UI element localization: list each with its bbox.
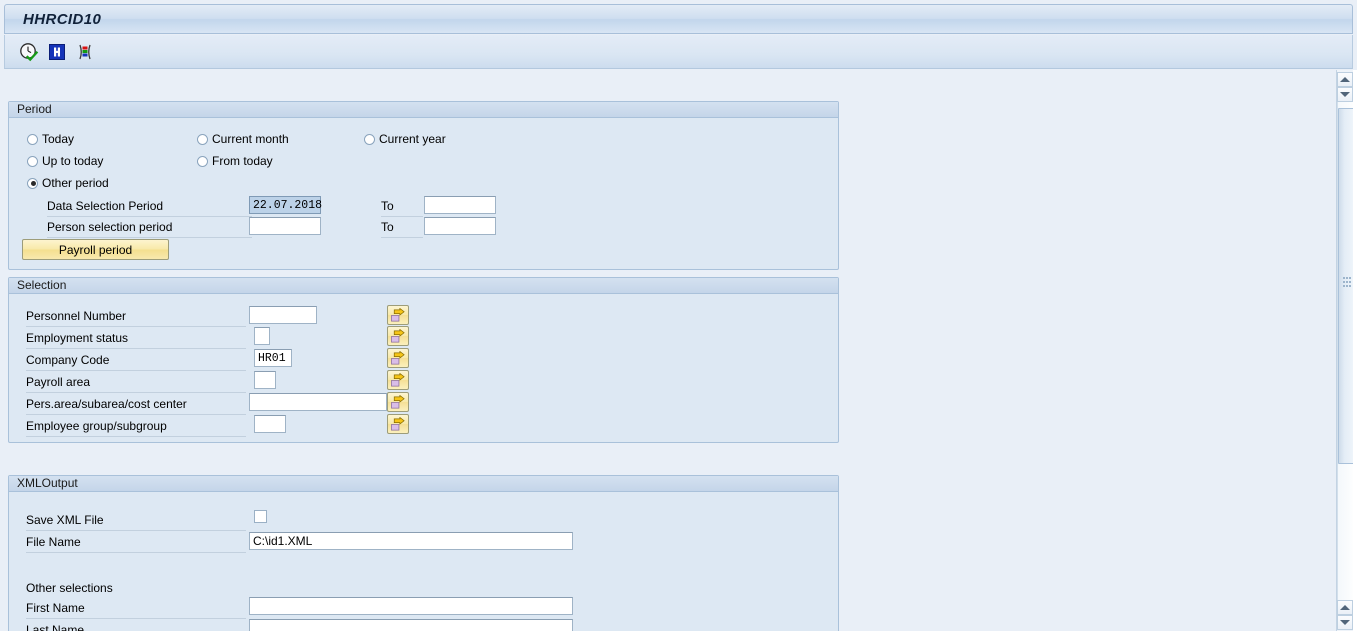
scroll-up-arrow-icon <box>1340 605 1350 610</box>
radio-from-today[interactable]: From today <box>197 154 273 168</box>
radio-other-period-marker <box>27 177 38 189</box>
scroll-down-button-bottom[interactable] <box>1337 615 1353 630</box>
radio-current-year-marker <box>364 133 375 145</box>
window-title-bar: HHRCID10 <box>4 4 1353 34</box>
radio-today[interactable]: Today <box>27 132 74 146</box>
employee-group-multiselect-button[interactable] <box>387 414 409 434</box>
scroll-up-arrow-icon <box>1340 77 1350 82</box>
scroll-down-arrow-icon <box>1340 92 1350 97</box>
radio-other-period[interactable]: Other period <box>27 176 109 190</box>
application-toolbar: © www.tutorialkart.com <box>4 35 1353 98</box>
payroll-period-label: Payroll period <box>58 242 133 257</box>
scroll-up-button-top[interactable] <box>1337 72 1353 87</box>
radio-up-to-today[interactable]: Up to today <box>27 154 103 168</box>
scrollbar-grip <box>1343 277 1351 287</box>
period-panel: Period Today Current month Current year … <box>8 101 839 270</box>
personnel-number-multiselect-button[interactable] <box>387 305 409 325</box>
person-selection-period-input[interactable] <box>249 217 321 235</box>
multiple-selection-arrow-icon <box>391 372 405 386</box>
vertical-scrollbar[interactable] <box>1336 70 1354 631</box>
payroll-area-label: Payroll area <box>26 375 246 393</box>
scrollbar-track[interactable] <box>1337 102 1354 600</box>
pers-area-multiselect-button[interactable] <box>387 392 409 412</box>
radio-current-year-label: Current year <box>379 132 446 146</box>
radio-current-month[interactable]: Current month <box>197 132 289 146</box>
information-icon[interactable] <box>47 42 67 62</box>
scroll-down-button-top[interactable] <box>1337 87 1353 102</box>
person-selection-period-to-label: To <box>381 220 423 238</box>
execute-clock-icon[interactable] <box>19 42 39 62</box>
last-name-label: Last Name <box>26 623 246 631</box>
personnel-number-label: Personnel Number <box>26 309 246 327</box>
period-panel-header: Period <box>9 102 838 118</box>
radio-today-marker <box>27 133 38 145</box>
scroll-down-arrow-icon <box>1340 620 1350 625</box>
payroll-period-button[interactable]: Payroll period <box>22 239 169 260</box>
file-name-label: File Name <box>26 535 246 553</box>
employment-status-multiselect-button[interactable] <box>387 326 409 346</box>
file-name-input[interactable]: C:\id1.XML <box>249 532 573 550</box>
radio-current-year[interactable]: Current year <box>364 132 446 146</box>
multiple-selection-arrow-icon <box>391 394 405 408</box>
scroll-up-button-bottom[interactable] <box>1337 600 1353 615</box>
person-selection-period-to-input[interactable] <box>424 217 496 235</box>
first-name-label: First Name <box>26 601 246 619</box>
xml-output-panel-header: XMLOutput <box>9 476 838 492</box>
radio-from-today-label: From today <box>212 154 273 168</box>
variant-list-icon[interactable] <box>75 42 95 62</box>
selection-panel-header: Selection <box>9 278 838 294</box>
payroll-area-multiselect-button[interactable] <box>387 370 409 390</box>
radio-from-today-marker <box>197 155 208 167</box>
employee-group-subgroup-input[interactable] <box>254 415 286 433</box>
first-name-input[interactable] <box>249 597 573 615</box>
data-selection-period-input[interactable]: 22.07.2018 <box>249 196 322 214</box>
radio-other-period-label: Other period <box>42 176 109 190</box>
payroll-area-input[interactable] <box>254 371 276 389</box>
multiple-selection-arrow-icon <box>391 350 405 364</box>
scrollbar-thumb[interactable] <box>1338 108 1354 464</box>
last-name-input[interactable] <box>249 619 573 631</box>
personnel-number-input[interactable] <box>249 306 317 324</box>
data-selection-period-to-input[interactable] <box>424 196 496 214</box>
other-selections-label: Other selections <box>26 581 113 595</box>
radio-up-to-today-label: Up to today <box>42 154 104 168</box>
radio-up-to-today-marker <box>27 155 38 167</box>
person-selection-period-label: Person selection period <box>47 220 252 238</box>
company-code-multiselect-button[interactable] <box>387 348 409 368</box>
employee-group-subgroup-label: Employee group/subgroup <box>26 419 246 437</box>
pers-area-subarea-cost-center-input[interactable] <box>249 393 387 411</box>
radio-current-month-label: Current month <box>212 132 289 146</box>
save-xml-file-label: Save XML File <box>26 513 246 531</box>
multiple-selection-arrow-icon <box>391 328 405 342</box>
selection-panel: Selection Personnel Number Employment st… <box>8 277 839 443</box>
multiple-selection-arrow-icon <box>391 307 405 321</box>
toolbar-icon-group <box>19 42 95 62</box>
xml-output-panel: XMLOutput Save XML File File Name C:\id1… <box>8 475 839 631</box>
company-code-input[interactable]: HR01 <box>254 349 292 367</box>
page-title: HHRCID10 <box>23 10 102 28</box>
right-edge-filler <box>1353 70 1357 631</box>
multiple-selection-arrow-icon <box>391 416 405 430</box>
data-selection-period-label: Data Selection Period <box>47 199 252 217</box>
company-code-label: Company Code <box>26 353 246 371</box>
data-selection-period-to-label: To <box>381 199 423 217</box>
employment-status-input[interactable] <box>254 327 270 345</box>
radio-today-label: Today <box>42 132 75 146</box>
radio-current-month-marker <box>197 133 208 145</box>
pers-area-subarea-cost-center-label: Pers.area/subarea/cost center <box>26 397 246 415</box>
selection-screen-scroll-area: Further selections Search helps Sort ord… <box>0 70 1320 631</box>
sap-gui-window: HHRCID10 © ww <box>0 0 1357 631</box>
save-xml-file-checkbox[interactable] <box>254 510 267 523</box>
employment-status-label: Employment status <box>26 331 246 349</box>
